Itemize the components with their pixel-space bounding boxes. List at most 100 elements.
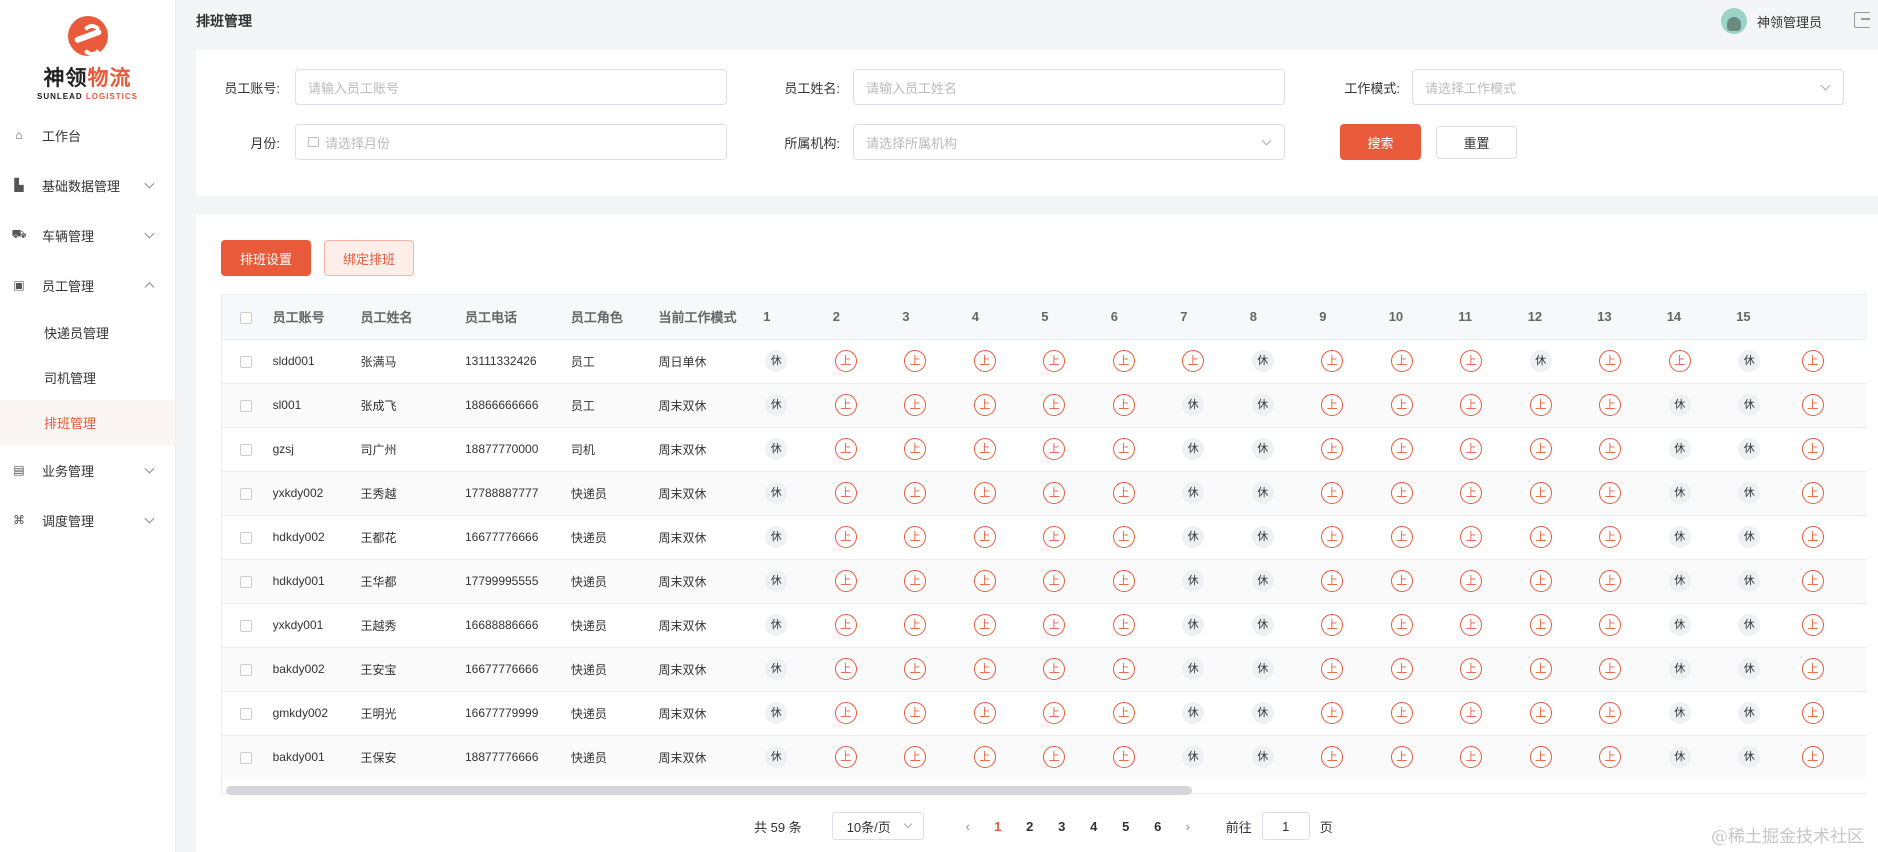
cell-day-4[interactable]: 上 (963, 470, 1034, 515)
cell-day-2[interactable]: 上 (824, 734, 895, 779)
page-5[interactable]: 5 (1110, 819, 1142, 834)
cell-day-13[interactable]: 上 (1589, 470, 1659, 515)
cell-day-8[interactable]: 休 (1241, 382, 1312, 427)
cell-day-15[interactable]: 休 (1728, 426, 1798, 471)
schedule-settings-button[interactable]: 排班设置 (221, 240, 311, 276)
cell-day-8[interactable]: 休 (1241, 646, 1312, 691)
cell-day-16[interactable]: 上 (1797, 382, 1867, 427)
cell-day-4[interactable]: 上 (963, 426, 1034, 471)
cell-day-8[interactable]: 休 (1241, 734, 1312, 779)
select-all-checkbox[interactable] (240, 311, 252, 324)
table-row[interactable]: hdkdy002 王都花 16677776666 快递员 周末双休休上上上上上休休上上上… (222, 514, 1867, 559)
user-menu[interactable]: 神领管理员 (1720, 8, 1822, 34)
cell-day-6[interactable]: 上 (1102, 690, 1173, 735)
cell-day-10[interactable]: 上 (1380, 470, 1451, 515)
cell-day-1[interactable]: 休 (755, 426, 825, 471)
cell-day-2[interactable]: 上 (824, 558, 895, 603)
cell-day-9[interactable]: 上 (1311, 470, 1381, 515)
cell-day-10[interactable]: 上 (1380, 690, 1451, 735)
cell-day-2[interactable]: 上 (824, 426, 895, 471)
table-row[interactable]: sldd001 张满马 13111332426 员工 周日单休休上上上上上上休上上上休上… (222, 338, 1867, 383)
cell-day-4[interactable]: 上 (963, 558, 1034, 603)
table-row[interactable]: sl001 张成飞 18866666666 员工 周末双休休上上上上上休休上上上上上休休… (222, 382, 1867, 427)
cell-day-4[interactable]: 上 (963, 338, 1034, 383)
cell-day-6[interactable]: 上 (1102, 338, 1173, 383)
sidebar-item-vehicles[interactable]: ⛟ 车辆管理 (0, 210, 175, 260)
cell-day-13[interactable]: 上 (1589, 514, 1659, 559)
cell-day-5[interactable]: 上 (1033, 382, 1103, 427)
cell-day-13[interactable]: 上 (1589, 690, 1659, 735)
cell-day-2[interactable]: 上 (824, 602, 895, 647)
cell-day-16[interactable]: 上 (1797, 558, 1867, 603)
cell-day-13[interactable]: 上 (1589, 602, 1659, 647)
reset-button[interactable]: 重置 (1436, 126, 1517, 159)
name-input[interactable]: 请输入员工姓名 (853, 69, 1285, 105)
cell-day-5[interactable]: 上 (1033, 734, 1103, 779)
prev-page-icon[interactable]: ‹ (954, 818, 982, 834)
sidebar-subitem-scheduling[interactable]: 排班管理 (0, 400, 175, 445)
cell-day-12[interactable]: 上 (1519, 558, 1590, 603)
table-row[interactable]: bakdy001 王保安 18877776666 快递员 周末双休休上上上上上休休上上上… (222, 734, 1867, 779)
cell-day-1[interactable]: 休 (755, 382, 825, 427)
cell-day-3[interactable]: 上 (894, 690, 964, 735)
row-checkbox[interactable] (240, 619, 252, 632)
cell-day-16[interactable]: 上 (1797, 338, 1867, 383)
bind-schedule-button[interactable]: 绑定排班 (324, 240, 414, 276)
cell-day-13[interactable]: 上 (1589, 734, 1659, 779)
cell-day-3[interactable]: 上 (894, 602, 964, 647)
cell-day-14[interactable]: 休 (1658, 690, 1729, 735)
cell-day-13[interactable]: 上 (1589, 558, 1659, 603)
row-checkbox[interactable] (240, 355, 252, 368)
cell-day-11[interactable]: 上 (1450, 646, 1520, 691)
cell-day-13[interactable]: 上 (1589, 426, 1659, 471)
cell-day-9[interactable]: 上 (1311, 558, 1381, 603)
horizontal-scrollbar[interactable] (226, 786, 1192, 795)
cell-day-6[interactable]: 上 (1102, 514, 1173, 559)
cell-day-16[interactable]: 上 (1797, 602, 1867, 647)
row-select-cell[interactable] (222, 734, 273, 779)
sidebar-item-dispatch[interactable]: ⌘ 调度管理 (0, 495, 175, 545)
cell-day-15[interactable]: 休 (1728, 602, 1798, 647)
cell-day-3[interactable]: 上 (894, 382, 964, 427)
row-checkbox[interactable] (240, 663, 252, 676)
cell-day-11[interactable]: 上 (1450, 558, 1520, 603)
cell-day-15[interactable]: 休 (1728, 382, 1798, 427)
cell-day-10[interactable]: 上 (1380, 558, 1451, 603)
cell-day-7[interactable]: 上 (1172, 338, 1242, 383)
cell-day-4[interactable]: 上 (963, 382, 1034, 427)
row-select-cell[interactable] (222, 514, 273, 559)
org-select[interactable]: 请选择所属机构 (853, 124, 1285, 160)
cell-day-10[interactable]: 上 (1380, 514, 1451, 559)
cell-day-6[interactable]: 上 (1102, 734, 1173, 779)
cell-day-14[interactable]: 休 (1658, 514, 1729, 559)
mode-select[interactable]: 请选择工作模式 (1412, 69, 1844, 105)
cell-day-4[interactable]: 上 (963, 514, 1034, 559)
cell-day-4[interactable]: 上 (963, 646, 1034, 691)
table-row[interactable]: bakdy002 王安宝 16677776666 快递员 周末双休休上上上上上休休上上上… (222, 646, 1867, 691)
cell-day-8[interactable]: 休 (1241, 514, 1312, 559)
cell-day-4[interactable]: 上 (963, 734, 1034, 779)
cell-day-14[interactable]: 休 (1658, 426, 1729, 471)
cell-day-14[interactable]: 休 (1658, 646, 1729, 691)
row-select-cell[interactable] (222, 382, 273, 427)
cell-day-1[interactable]: 休 (755, 338, 825, 383)
cell-day-13[interactable]: 上 (1589, 382, 1659, 427)
cell-day-3[interactable]: 上 (894, 470, 964, 515)
cell-day-12[interactable]: 上 (1519, 382, 1590, 427)
sidebar-item-employees[interactable]: ▣ 员工管理 (0, 260, 175, 310)
cell-day-11[interactable]: 上 (1450, 426, 1520, 471)
cell-day-10[interactable]: 上 (1380, 734, 1451, 779)
cell-day-7[interactable]: 休 (1172, 382, 1242, 427)
page-6[interactable]: 6 (1142, 819, 1174, 834)
cell-day-10[interactable]: 上 (1380, 382, 1451, 427)
cell-day-8[interactable]: 休 (1241, 602, 1312, 647)
cell-day-5[interactable]: 上 (1033, 602, 1103, 647)
cell-day-1[interactable]: 休 (755, 646, 825, 691)
cell-day-11[interactable]: 上 (1450, 514, 1520, 559)
cell-day-5[interactable]: 上 (1033, 558, 1103, 603)
cell-day-16[interactable]: 上 (1797, 646, 1867, 691)
cell-day-2[interactable]: 上 (824, 646, 895, 691)
row-select-cell[interactable] (222, 602, 273, 647)
cell-day-5[interactable]: 上 (1033, 338, 1103, 383)
page-size-select[interactable]: 10条/页 (831, 812, 924, 840)
